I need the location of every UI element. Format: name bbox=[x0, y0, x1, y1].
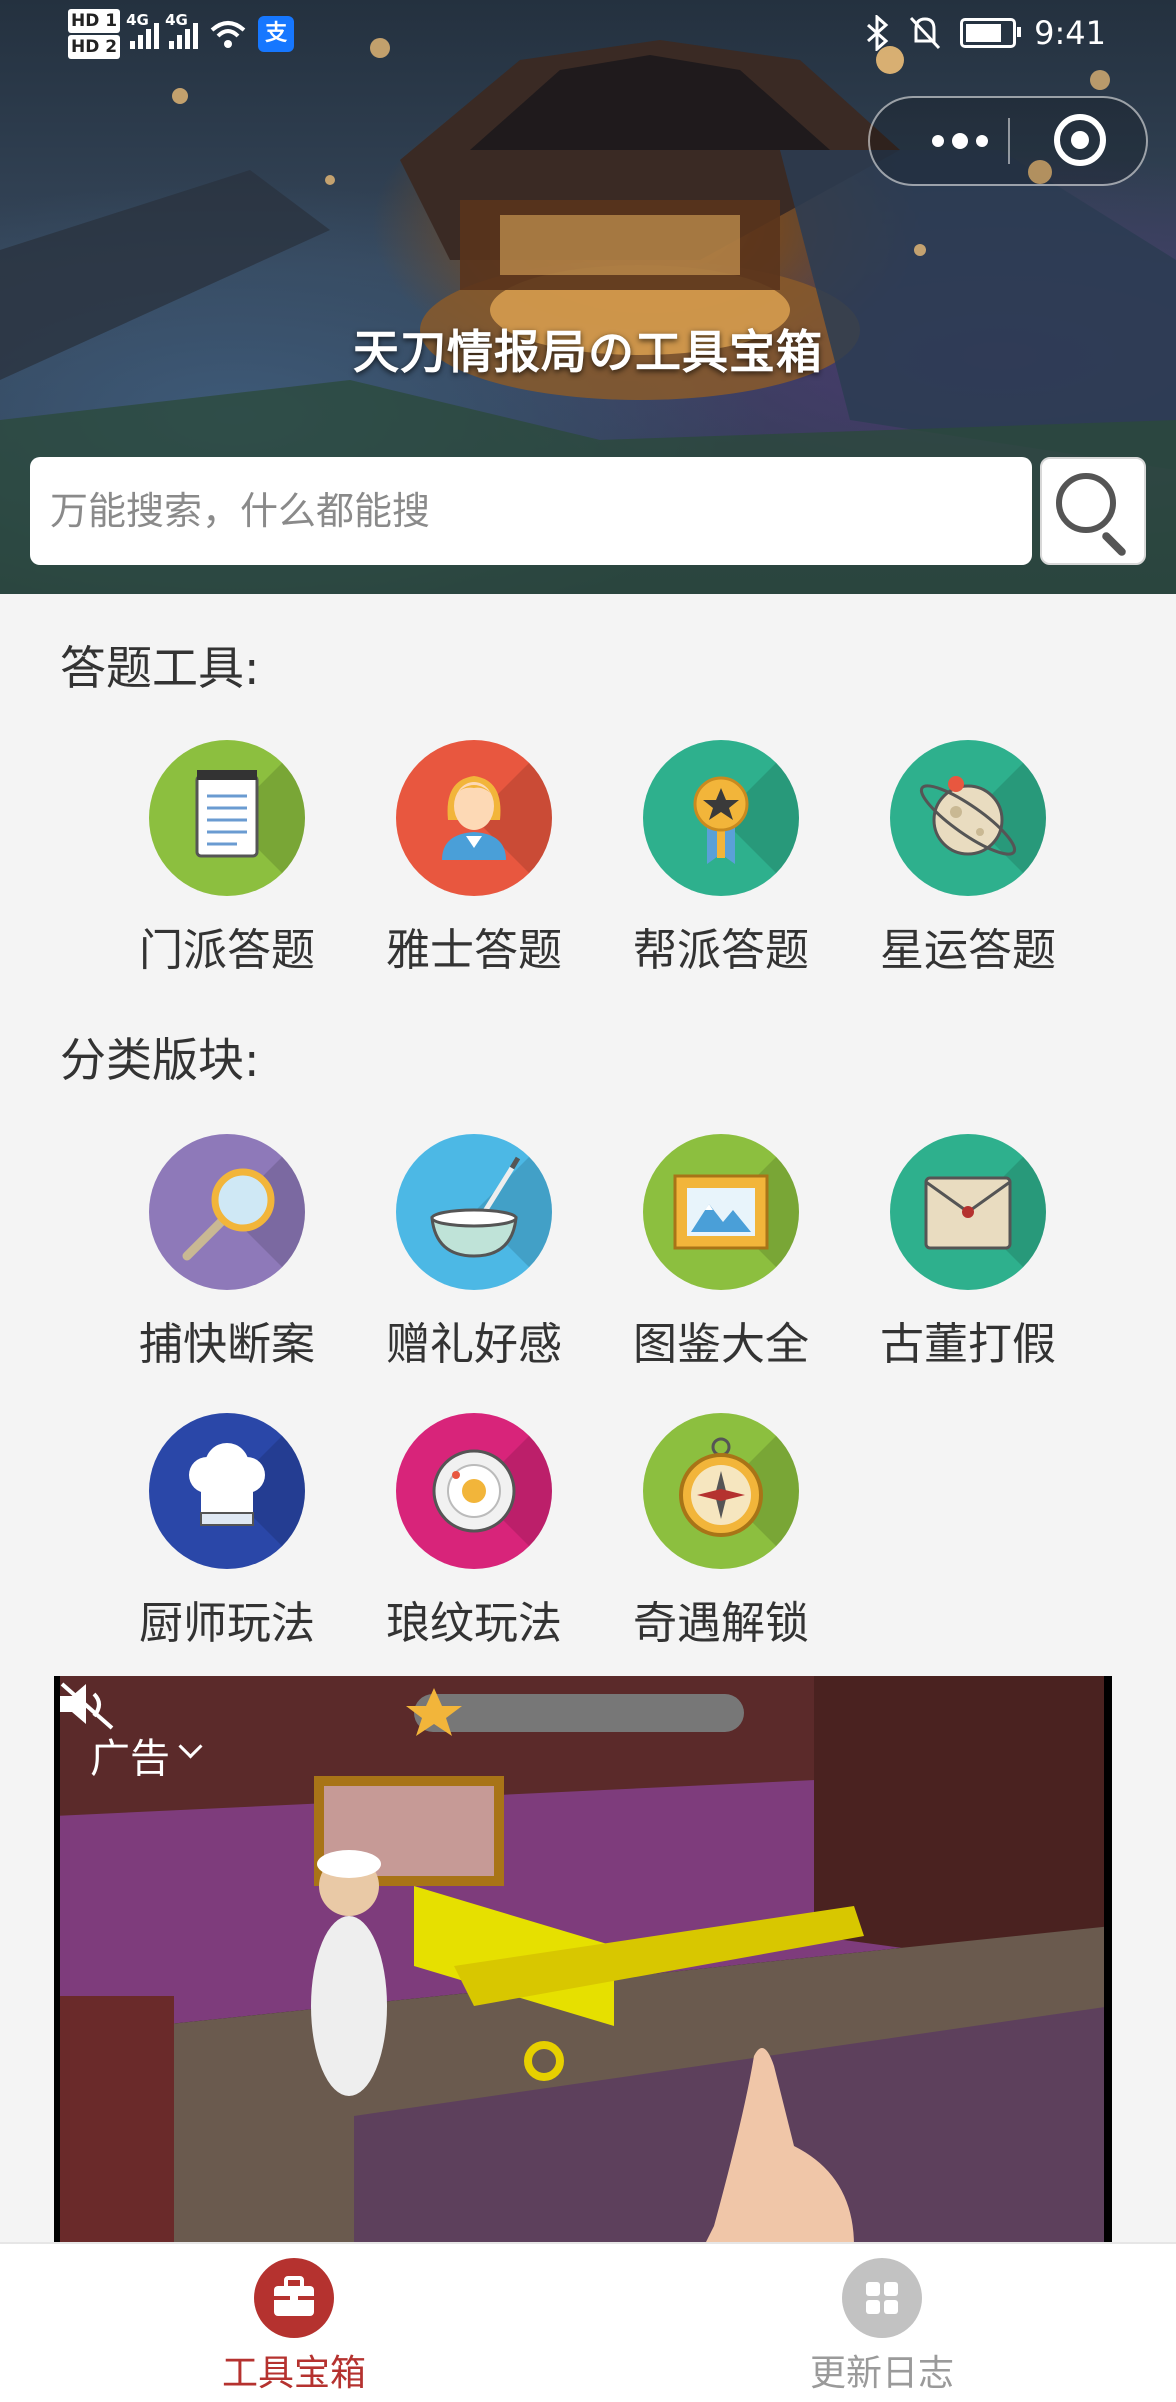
bowl-icon bbox=[430, 1156, 521, 1258]
search-icon bbox=[1056, 473, 1116, 533]
grid-item-pattern-play[interactable]: 琅纹玩法 bbox=[364, 1413, 584, 1651]
battery-icon bbox=[960, 18, 1022, 48]
tab-label: 更新日志 bbox=[809, 2353, 954, 2394]
grid-item-encounter-unlock[interactable]: 奇遇解锁 bbox=[611, 1413, 831, 1651]
ad-label[interactable]: 广告 bbox=[90, 1726, 170, 1784]
grid-item-star-quiz[interactable]: 星运答题 bbox=[858, 740, 1078, 978]
alipay-icon: 支 bbox=[258, 16, 295, 52]
grid-item-atlas[interactable]: 图鉴大全 bbox=[611, 1134, 831, 1372]
section-title-categories: 分类版块: bbox=[60, 1033, 260, 1087]
grid-item-label: 厨师玩法 bbox=[139, 1598, 315, 1649]
grid-item-label: 门派答题 bbox=[139, 925, 315, 976]
toolbox-icon bbox=[254, 2258, 334, 2338]
grid-item-label: 星运答题 bbox=[880, 925, 1056, 976]
miniprogram-capsule bbox=[868, 96, 1148, 186]
grid-item-label: 帮派答题 bbox=[633, 925, 809, 976]
search-input[interactable] bbox=[30, 457, 1032, 565]
signal-1-icon: 4G bbox=[126, 11, 160, 49]
magnifier-icon bbox=[182, 1168, 275, 1261]
wifi-icon bbox=[210, 21, 246, 48]
plate-icon bbox=[432, 1449, 516, 1533]
grid-item-gift-favor[interactable]: 赠礼好感 bbox=[364, 1134, 584, 1372]
bluetooth-icon bbox=[867, 15, 889, 51]
ad-game-image bbox=[54, 1676, 1112, 2246]
header-banner: HD 1 HD 2 4G 4G 支 9:41 天刀情报局の工具宝箱 万能搜索，什… bbox=[0, 0, 1176, 594]
grid-item-label: 雅士答题 bbox=[386, 925, 562, 976]
picture-frame-icon bbox=[673, 1174, 769, 1250]
grid-item-label: 琅纹玩法 bbox=[386, 1598, 562, 1649]
ad-banner[interactable]: 广告 bbox=[54, 1676, 1112, 2246]
tab-update-log[interactable]: 更新日志 bbox=[762, 2258, 1002, 2396]
grid-item-label: 赠礼好感 bbox=[386, 1319, 562, 1370]
grid-item-chef-play[interactable]: 厨师玩法 bbox=[117, 1413, 337, 1651]
hd-1-label: HD 1 bbox=[68, 9, 121, 33]
mute-bell-icon bbox=[910, 16, 941, 50]
lady-avatar-icon bbox=[442, 776, 506, 860]
grid-item-label: 奇遇解锁 bbox=[633, 1598, 809, 1649]
network-2-label: 4G bbox=[165, 11, 188, 29]
grid-icon bbox=[842, 2258, 922, 2338]
grid-item-guild-quiz[interactable]: 帮派答题 bbox=[611, 740, 831, 978]
close-target-icon[interactable] bbox=[1054, 114, 1106, 166]
grid-item-label: 古董打假 bbox=[880, 1319, 1056, 1370]
grid-item-antique-check[interactable]: 古董打假 bbox=[858, 1134, 1078, 1372]
search-button[interactable] bbox=[1040, 457, 1146, 565]
app-title: 天刀情报局の工具宝箱 bbox=[353, 325, 823, 379]
notepad-icon bbox=[195, 770, 259, 858]
chef-hat-icon bbox=[189, 1443, 265, 1526]
more-options-icon[interactable] bbox=[910, 98, 1010, 184]
grid-item-detective-cases[interactable]: 捕快断案 bbox=[117, 1134, 337, 1372]
status-bar: HD 1 HD 2 4G 4G 支 9:41 bbox=[0, 0, 1176, 70]
hd-indicator: HD 1 HD 2 bbox=[68, 8, 121, 60]
medal-icon bbox=[693, 776, 749, 864]
envelope-icon bbox=[924, 1176, 1012, 1250]
grid-item-label: 捕快断案 bbox=[139, 1319, 315, 1370]
section-title-quiz-tools: 答题工具: bbox=[60, 641, 260, 695]
speaker-mute-icon[interactable] bbox=[54, 1676, 118, 1732]
compass-icon bbox=[679, 1437, 763, 1537]
grid-item-sect-quiz[interactable]: 门派答题 bbox=[117, 740, 337, 978]
network-1-label: 4G bbox=[126, 11, 149, 29]
signal-2-icon: 4G bbox=[165, 11, 199, 49]
bottom-tab-bar: 工具宝箱 更新日志 bbox=[0, 2242, 1176, 2402]
tab-toolbox[interactable]: 工具宝箱 bbox=[174, 2258, 414, 2396]
grid-item-label: 图鉴大全 bbox=[633, 1319, 809, 1370]
hd-2-label: HD 2 bbox=[68, 35, 121, 59]
planet-icon bbox=[919, 776, 1017, 856]
tab-label: 工具宝箱 bbox=[221, 2353, 366, 2394]
status-time: 9:41 bbox=[1034, 14, 1106, 52]
grid-item-scholar-quiz[interactable]: 雅士答题 bbox=[364, 740, 584, 978]
